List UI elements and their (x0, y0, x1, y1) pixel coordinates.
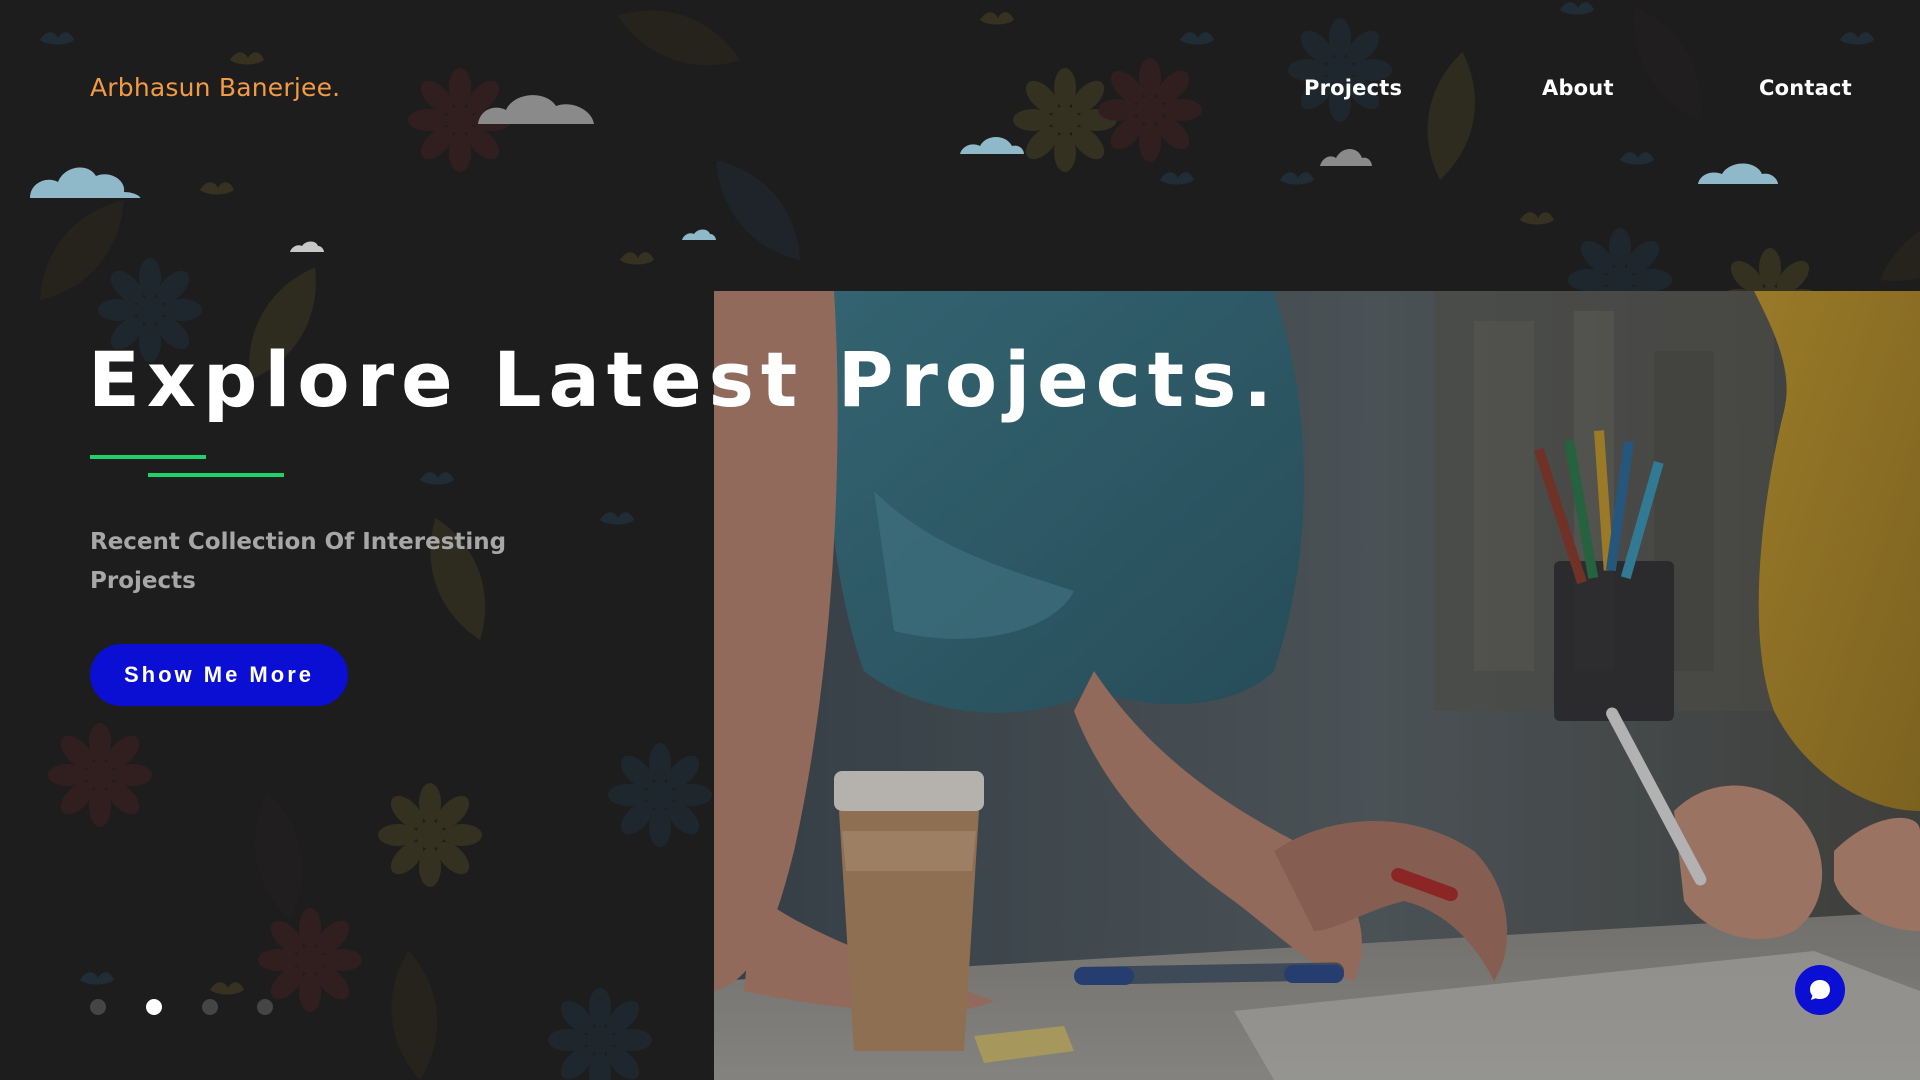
accent-line (90, 455, 206, 459)
nav-link-about[interactable]: About (1542, 76, 1614, 100)
show-me-more-button[interactable]: Show Me More (90, 644, 348, 706)
slider-dot[interactable] (257, 999, 273, 1015)
slider-dot[interactable] (90, 999, 106, 1015)
chat-bubble-icon (1810, 980, 1830, 1000)
slider-dot[interactable] (146, 999, 162, 1015)
accent-line (148, 473, 284, 477)
chat-button[interactable] (1795, 965, 1845, 1015)
nav-link-contact[interactable]: Contact (1759, 76, 1852, 100)
hero-title: Explore Latest Projects. (88, 335, 1280, 424)
brand-logo[interactable]: Arbhasun Banerjee. (90, 73, 340, 102)
nav-link-projects[interactable]: Projects (1304, 76, 1402, 100)
slider-dot[interactable] (202, 999, 218, 1015)
landing-page: Arbhasun Banerjee. Projects About Contac… (0, 0, 1920, 1080)
hero-subtitle: Recent Collection Of Interesting Project… (90, 529, 507, 594)
cloud-icon (30, 95, 1778, 252)
